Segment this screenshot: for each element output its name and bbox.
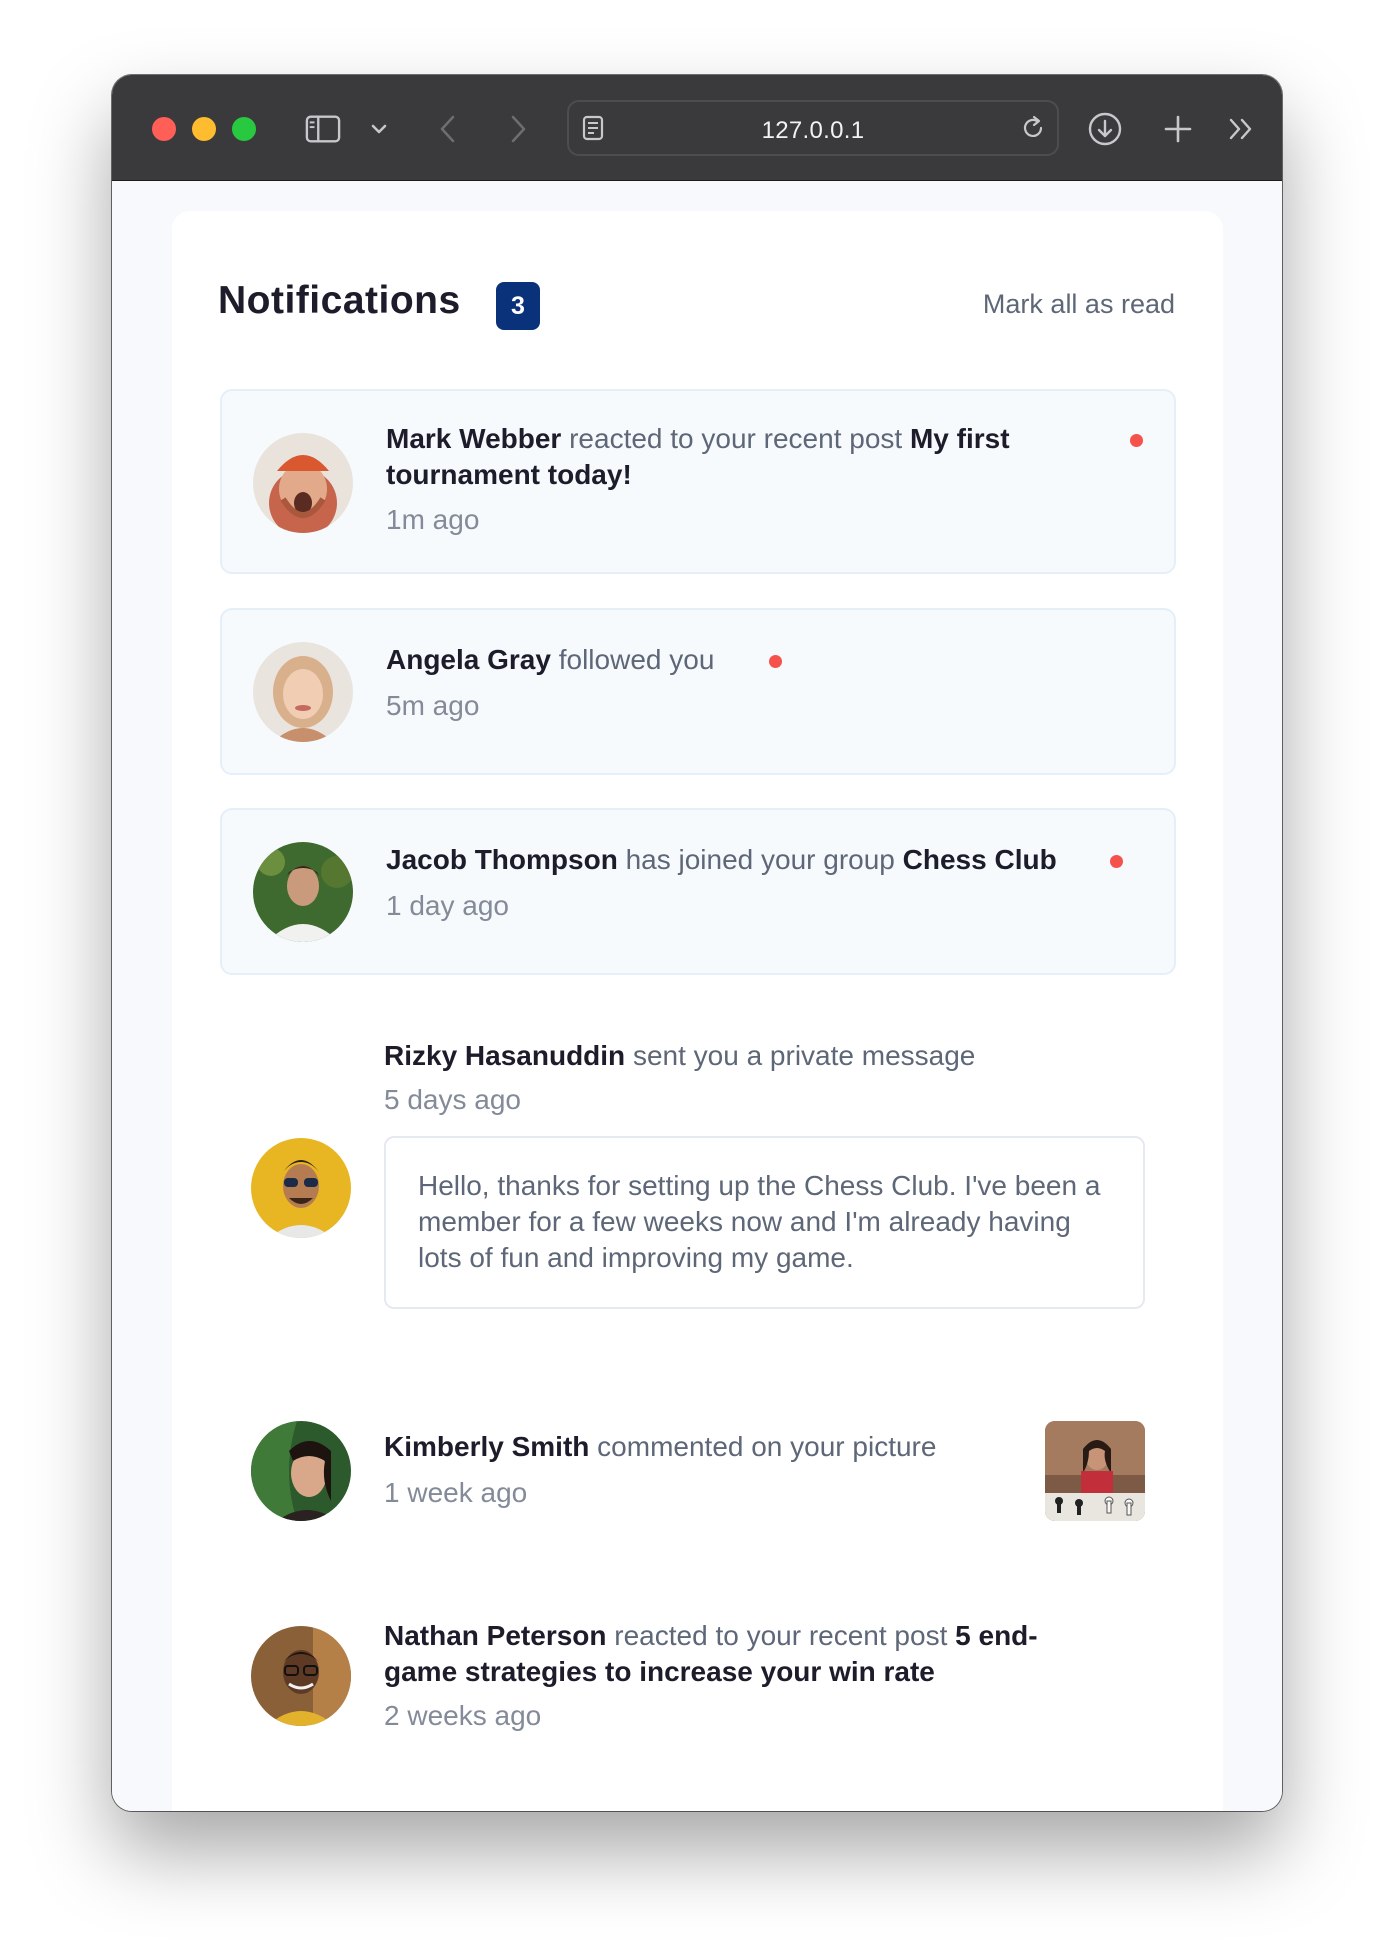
avatar-mark-webber bbox=[253, 433, 353, 533]
notification-item[interactable]: Kimberly Smith commented on your picture… bbox=[220, 1391, 1176, 1551]
notification-text: Kimberly Smith commented on your picture bbox=[384, 1429, 1024, 1465]
sidebar-icon[interactable] bbox=[305, 111, 341, 147]
private-message-box[interactable]: Hello, thanks for setting up the Chess C… bbox=[384, 1136, 1145, 1309]
unread-dot bbox=[1130, 434, 1143, 447]
notification-time: 1 day ago bbox=[386, 890, 509, 921]
notification-action: has joined your group bbox=[617, 844, 903, 875]
notification-action: commented on your picture bbox=[589, 1431, 937, 1462]
minimize-window-button[interactable] bbox=[192, 117, 216, 141]
close-window-button[interactable] bbox=[152, 117, 176, 141]
chevron-down-icon[interactable] bbox=[361, 111, 397, 147]
notifications-panel: Notifications 3 Mark all as read Mark We… bbox=[172, 211, 1223, 1811]
notification-text: Rizky Hasanuddin sent you a private mess… bbox=[384, 1038, 1144, 1074]
notification-time: 5 days ago bbox=[384, 1084, 521, 1115]
avatar-angela-gray bbox=[253, 642, 353, 742]
notification-action: followed you bbox=[550, 644, 715, 675]
unread-dot bbox=[1110, 855, 1123, 868]
notification-item[interactable]: Nathan Peterson reacted to your recent p… bbox=[220, 1586, 1176, 1756]
new-tab-icon[interactable] bbox=[1160, 111, 1196, 147]
avatar-rizky-hasanuddin bbox=[251, 1138, 351, 1238]
notification-item[interactable]: Rizky Hasanuddin sent you a private mess… bbox=[220, 1008, 1176, 1360]
notification-action: reacted to your recent post bbox=[606, 1620, 956, 1651]
notification-action: sent you a private message bbox=[625, 1040, 976, 1071]
notification-item[interactable]: Jacob Thompson has joined your group Che… bbox=[220, 808, 1176, 975]
user-name[interactable]: Rizky Hasanuddin bbox=[384, 1040, 625, 1071]
notification-time: 2 weeks ago bbox=[384, 1700, 542, 1731]
user-name[interactable]: Mark Webber bbox=[386, 423, 561, 454]
more-icon[interactable] bbox=[1224, 111, 1260, 147]
notification-text: Mark Webber reacted to your recent post … bbox=[386, 421, 1106, 493]
notification-time: 1m ago bbox=[386, 504, 480, 535]
user-name[interactable]: Angela Gray bbox=[386, 644, 551, 675]
notification-text: Jacob Thompson has joined your group Che… bbox=[386, 842, 1146, 878]
zoom-window-button[interactable] bbox=[232, 117, 256, 141]
commented-picture-thumbnail[interactable] bbox=[1045, 1421, 1145, 1521]
notification-time: 1 week ago bbox=[384, 1477, 528, 1508]
group-name[interactable]: Chess Club bbox=[903, 844, 1057, 875]
avatar-kimberly-smith bbox=[251, 1421, 351, 1521]
page-content: Notifications 3 Mark all as read Mark We… bbox=[112, 181, 1282, 1811]
forward-icon[interactable] bbox=[500, 111, 536, 147]
notification-text: Angela Gray followed you bbox=[386, 642, 1146, 678]
avatar-nathan-peterson bbox=[251, 1626, 351, 1726]
browser-toolbar: 127.0.0.1 bbox=[112, 75, 1282, 181]
back-icon[interactable] bbox=[430, 111, 466, 147]
download-icon[interactable] bbox=[1087, 111, 1123, 147]
user-name[interactable]: Kimberly Smith bbox=[384, 1431, 589, 1462]
address-bar[interactable]: 127.0.0.1 bbox=[567, 100, 1059, 156]
page-title: Notifications bbox=[218, 279, 461, 322]
notification-time: 5m ago bbox=[386, 690, 480, 721]
browser-window: 127.0.0.1 Notifications 3 Mark all as re… bbox=[112, 75, 1282, 1811]
url-text: 127.0.0.1 bbox=[761, 117, 865, 144]
unread-count-badge: 3 bbox=[496, 282, 540, 330]
notification-item[interactable]: Angela Gray followed you 5m ago bbox=[220, 608, 1176, 775]
notification-item[interactable]: Mark Webber reacted to your recent post … bbox=[220, 389, 1176, 574]
user-name[interactable]: Jacob Thompson bbox=[386, 844, 618, 875]
notification-text: Nathan Peterson reacted to your recent p… bbox=[384, 1618, 1104, 1690]
avatar-jacob-thompson bbox=[253, 842, 353, 942]
user-name[interactable]: Nathan Peterson bbox=[384, 1620, 607, 1651]
mark-all-read-link[interactable]: Mark all as read bbox=[983, 289, 1175, 320]
unread-dot bbox=[769, 655, 782, 668]
notification-action: reacted to your recent post bbox=[561, 423, 910, 454]
reload-icon[interactable] bbox=[1015, 110, 1051, 146]
